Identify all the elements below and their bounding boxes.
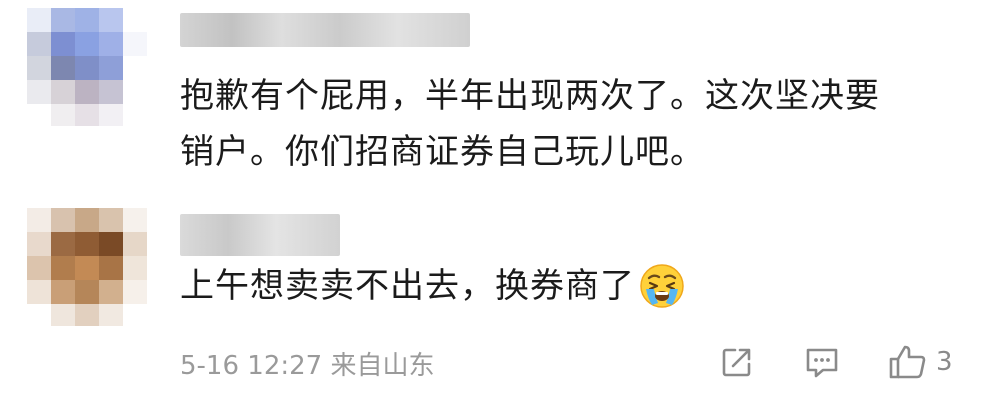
share-icon — [720, 345, 754, 379]
comment-actions: 3 — [700, 340, 990, 384]
comment-text: 抱歉有个屁用，半年出现两次了。这次坚决要 销户。你们招商证券自己玩儿吧。 — [180, 68, 880, 180]
like-count: 3 — [936, 347, 953, 377]
comment-icon — [804, 345, 840, 379]
comment-meta: 5-16 12:27 来自山东 — [180, 351, 435, 381]
comment-text: 上午想卖卖不出去，换券商了 — [180, 258, 685, 314]
thumbs-up-icon — [888, 343, 928, 381]
comment-line: 销户。你们招商证券自己玩儿吧。 — [180, 132, 705, 172]
crying-face-emoji-icon — [639, 263, 685, 309]
comment-item: 抱歉有个屁用，半年出现两次了。这次坚决要 销户。你们招商证券自己玩儿吧。 — [0, 0, 1000, 200]
blurred-username[interactable] — [180, 214, 340, 256]
comment-line: 抱歉有个屁用，半年出现两次了。这次坚决要 — [180, 76, 880, 116]
avatar[interactable] — [27, 8, 147, 126]
reply-button[interactable] — [804, 340, 840, 384]
blurred-username[interactable] — [180, 13, 470, 47]
comment-body: 上午想卖卖不出去，换券商了 — [180, 266, 635, 306]
comment-item: 上午想卖卖不出去，换券商了 5-16 12:27 来自山东 3 — [0, 200, 1000, 406]
like-button[interactable]: 3 — [888, 340, 953, 384]
avatar[interactable] — [27, 208, 147, 326]
share-button[interactable] — [720, 340, 754, 384]
